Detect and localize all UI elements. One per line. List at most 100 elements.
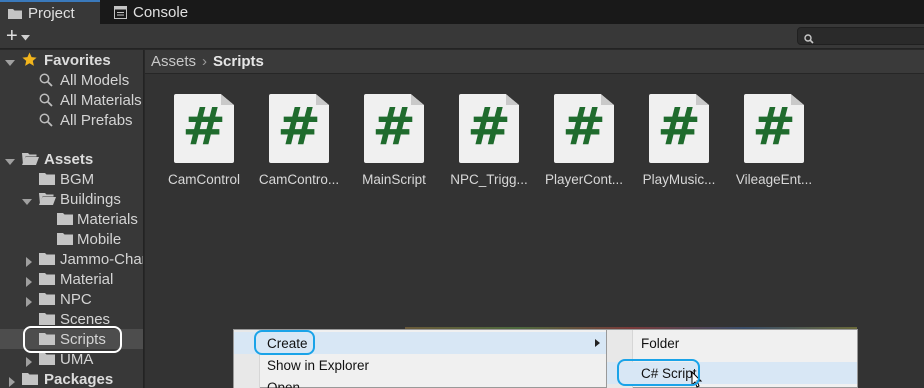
mouse-cursor-icon [691,370,703,388]
menu-item-csharp-script[interactable]: C# Script [607,362,857,384]
menu-item-label: C# Script [641,365,697,381]
collapse-arrow-icon[interactable] [7,374,17,387]
tree-item-label: NPC [60,290,92,308]
asset-tile[interactable]: # VileageEnt... [715,94,812,190]
tab-project[interactable]: Project [0,0,100,24]
folder-icon [57,232,73,249]
tree-item-label: Material [60,270,114,288]
breadcrumb-assets[interactable]: Assets [151,53,196,70]
menu-item-show-in-explorer[interactable]: Show in Explorer [234,354,606,376]
tree-item-materials[interactable]: Materials [0,209,143,229]
project-toolbar: + [0,24,924,49]
tree-item-packages[interactable]: Packages [0,369,143,388]
tree-item-npc[interactable]: NPC [0,289,143,309]
csharp-script-icon: # [554,94,614,163]
tree-item-uma[interactable]: UMA [0,349,143,369]
asset-tile[interactable]: # PlayerCont... [525,94,623,190]
menu-item-folder[interactable]: Folder [607,332,857,354]
expand-arrow-icon[interactable] [22,194,32,205]
collapse-arrow-icon[interactable] [24,294,34,307]
menu-item-label: Show in Explorer [267,357,370,373]
plus-icon: + [6,25,18,47]
tab-console-label: Console [133,3,189,21]
expand-arrow-icon[interactable] [5,154,15,165]
folder-icon [39,292,55,309]
search-input[interactable] [797,27,924,45]
chevron-right-icon: › [202,53,208,70]
tree-item-buildings[interactable]: Buildings [0,189,143,209]
menu-item-label: Folder [641,335,680,351]
search-icon [804,31,814,47]
tree-item-bgm[interactable]: BGM [0,169,143,189]
expand-arrow-icon[interactable] [5,55,15,66]
tree-item-scenes[interactable]: Scenes [0,309,143,329]
tree-item-label: UMA [60,350,94,368]
tree-item-label: Scripts [60,330,106,348]
asset-tile[interactable]: # CamContro... [240,94,339,190]
folder-icon [39,172,55,189]
tree-item-material[interactable]: Material [0,269,143,289]
csharp-script-icon: # [744,94,804,163]
create-submenu: Folder C# Script [606,329,858,388]
folder-open-icon [39,192,56,209]
csharp-script-icon: # [174,94,234,163]
tree-item-label: All Prefabs [60,111,133,129]
tree-item-label: BGM [60,170,95,188]
submenu-arrow-icon [595,339,600,347]
add-asset-button[interactable]: + [6,25,40,47]
tree-item-label: Assets [44,150,94,168]
asset-tile[interactable]: # NPC_Trigg... [430,94,528,190]
csharp-script-icon: # [269,94,329,163]
csharp-script-icon: # [364,94,424,163]
tree-item-scripts[interactable]: Scripts [0,329,143,349]
tab-project-label: Project [28,4,75,22]
collapse-arrow-icon[interactable] [24,274,34,287]
menu-item-label: Open [267,379,301,388]
asset-name: VileageEnt... [735,172,813,187]
tree-item-label: All Materials [60,91,142,109]
collapse-arrow-icon[interactable] [24,354,34,367]
chevron-down-icon [20,28,30,44]
tree-item-assets[interactable]: Assets [0,149,143,169]
tree-item-label: Materials [77,210,138,228]
tree-item-label: Buildings [60,190,121,208]
asset-tile[interactable]: # MainScript [335,94,430,190]
folder-icon [39,272,55,289]
star-icon [22,52,37,71]
folder-icon [39,312,55,329]
context-menu: Create Show in Explorer Open [233,329,607,388]
tree-item-label: Scenes [60,310,111,328]
tree-item-favorites[interactable]: Favorites [0,50,143,71]
asset-tile[interactable]: # CamControl [145,94,240,190]
breadcrumb: Assets › Scripts [145,50,924,74]
tree-item-all-models[interactable]: All Models [0,70,143,91]
menu-item-open[interactable]: Open [234,376,606,388]
folder-icon [57,212,73,229]
tree-item-label: All Models [60,71,130,89]
breadcrumb-scripts[interactable]: Scripts [213,53,264,70]
collapse-arrow-icon[interactable] [24,254,34,267]
search-icon [39,73,53,91]
folder-icon [39,332,55,349]
tree-item-all-prefabs[interactable]: All Prefabs [0,110,143,131]
tree-item-all-materials[interactable]: All Materials [0,90,143,111]
search-icon [39,93,53,111]
csharp-script-icon: # [649,94,709,163]
menu-item-label: Create [267,335,308,351]
csharp-script-icon: # [459,94,519,163]
search-icon [39,113,53,131]
tab-bar: Project Console [0,0,924,24]
tab-console[interactable]: Console [106,0,216,24]
tree-item-label: Mobile [77,230,122,248]
folder-icon [22,372,38,388]
folder-open-icon [22,152,39,169]
tree-item-label: Jammo-Character [60,250,143,268]
folder-icon [8,7,22,19]
menu-item-create[interactable]: Create [234,332,606,354]
folder-icon [39,352,55,369]
asset-tile[interactable]: # PlayMusic... [620,94,715,190]
tree-item-jammo-character[interactable]: Jammo-Character [0,249,143,269]
folder-icon [39,252,55,269]
tree-item-mobile[interactable]: Mobile [0,229,143,249]
tree-item-label: Packages [44,370,114,388]
